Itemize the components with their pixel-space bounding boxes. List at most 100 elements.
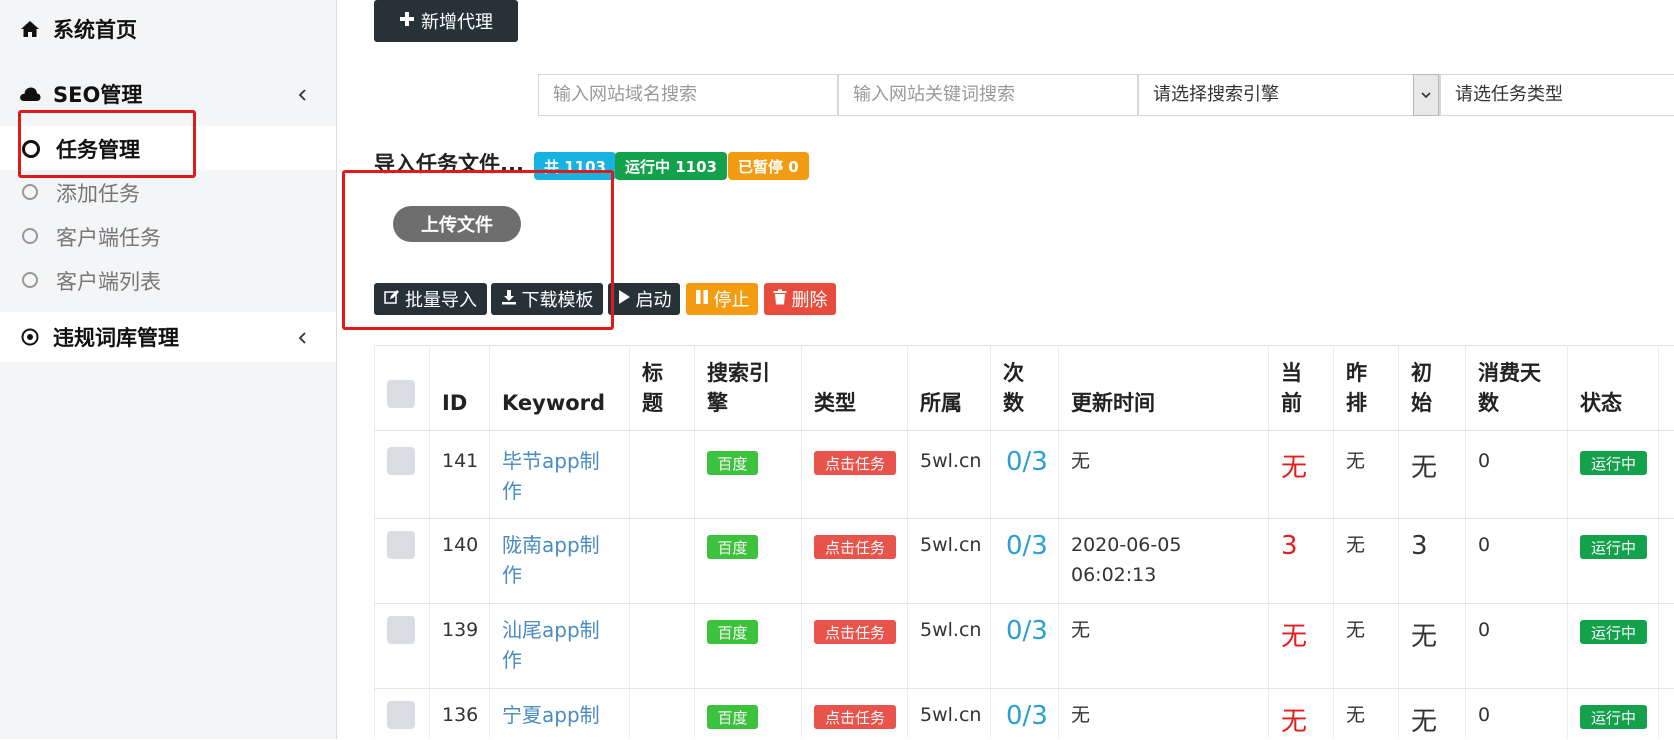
header-status[interactable]: 状态 (1580, 388, 1622, 418)
row-times: 0/3 (1006, 447, 1048, 477)
start-button[interactable]: 启动 (608, 283, 680, 315)
search-engine-dropdown-toggle[interactable] (1413, 74, 1439, 116)
header-current-line1: 当 (1281, 361, 1302, 385)
sidebar-item-client-list[interactable]: 客户端列表 (0, 258, 336, 302)
header-type[interactable]: 类型 (814, 388, 856, 418)
header-title-line1: 标 (642, 361, 663, 385)
row-keyword-link[interactable]: 汕尾app制作 (502, 615, 612, 675)
task-type-select-value: 请选任务类型 (1455, 84, 1563, 105)
row-owner: 5wl.cn (920, 619, 982, 641)
select-all-checkbox[interactable] (387, 380, 415, 408)
sidebar-item-violation-words[interactable]: 违规词库管理 (0, 312, 336, 362)
header-title[interactable]: 标题 (642, 358, 663, 418)
table-col-divider (489, 345, 490, 739)
play-icon (617, 289, 631, 310)
row-days: 0 (1478, 450, 1491, 472)
sidebar-item-seo[interactable]: SEO管理 (0, 79, 336, 109)
table-row-divider (374, 518, 1674, 519)
header-engine[interactable]: 搜索引擎 (707, 358, 770, 418)
row-current: 无 (1281, 707, 1308, 737)
row-keyword-link[interactable]: 陇南app制作 (502, 530, 612, 590)
header-yesterday-line2: 排 (1346, 391, 1367, 415)
keyword-search-placeholder: 输入网站关键词搜索 (853, 84, 1015, 105)
table-col-divider (694, 345, 695, 739)
sidebar-item-label: 添加任务 (56, 182, 140, 206)
engine-tag: 百度 (707, 451, 758, 475)
search-engine-select[interactable]: 请选择搜索引擎 (1138, 74, 1440, 116)
domain-search-placeholder: 输入网站域名搜索 (553, 84, 697, 105)
row-owner: 5wl.cn (920, 704, 982, 726)
stop-label: 停止 (713, 290, 750, 311)
trash-icon (773, 289, 787, 310)
row-updated-time: 06:02:13 (1071, 564, 1157, 586)
row-keyword-link[interactable]: 毕节app制作 (502, 446, 612, 506)
header-initial[interactable]: 初始 (1411, 358, 1432, 418)
header-keyword[interactable]: Keyword (502, 388, 605, 418)
row-checkbox[interactable] (387, 531, 415, 559)
table-col-divider (1465, 345, 1466, 739)
row-current: 无 (1281, 622, 1308, 652)
start-label: 启动 (635, 290, 672, 311)
row-updated-date: 无 (1071, 619, 1091, 641)
header-days[interactable]: 消费天数 (1478, 358, 1541, 418)
row-updated: 无 (1071, 446, 1090, 476)
row-initial: 无 (1411, 453, 1438, 483)
sidebar-item-label: 客户端任务 (56, 226, 161, 250)
sidebar-item-client-tasks[interactable]: 客户端任务 (0, 214, 336, 258)
plus-icon (399, 11, 415, 32)
header-owner[interactable]: 所属 (920, 388, 962, 418)
type-tag: 点击任务 (814, 620, 896, 644)
add-agent-button[interactable]: 新增代理 (374, 0, 518, 42)
row-updated-date: 2020-06-05 (1071, 534, 1182, 556)
delete-label: 删除 (791, 290, 828, 311)
delete-button[interactable]: 删除 (764, 283, 836, 315)
domain-search-input[interactable]: 输入网站域名搜索 (538, 74, 838, 116)
header-days-line2: 数 (1478, 391, 1499, 415)
row-keyword-line1: 陇南app制 (502, 533, 600, 557)
row-yesterday: 无 (1346, 704, 1366, 726)
row-yesterday: 无 (1346, 534, 1366, 556)
row-days: 0 (1478, 619, 1491, 641)
row-checkbox[interactable] (387, 447, 415, 475)
stop-button[interactable]: 停止 (686, 283, 758, 315)
row-owner: 5wl.cn (920, 450, 982, 472)
circle-icon (22, 228, 38, 244)
header-current[interactable]: 当前 (1281, 358, 1302, 418)
row-keyword-line1: 宁夏app制 (502, 703, 600, 727)
header-yesterday-line1: 昨 (1346, 361, 1367, 385)
home-icon (18, 17, 42, 41)
row-times: 0/3 (1006, 701, 1048, 731)
row-keyword-link[interactable]: 宁夏app制 (502, 700, 612, 730)
status-badge: 运行中 (1580, 535, 1647, 559)
header-yesterday[interactable]: 昨排 (1346, 358, 1367, 418)
circle-icon (22, 272, 38, 288)
row-updated: 无 (1071, 615, 1090, 645)
search-engine-select-value: 请选择搜索引擎 (1153, 84, 1279, 105)
row-times: 0/3 (1006, 531, 1048, 561)
keyword-search-input[interactable]: 输入网站关键词搜索 (838, 74, 1138, 116)
sidebar-item-home[interactable]: 系统首页 (0, 14, 336, 44)
table-row-divider (374, 430, 1674, 431)
table-col-divider (907, 345, 908, 739)
row-initial: 3 (1411, 531, 1428, 561)
chevron-left-icon (296, 330, 310, 344)
table-col-divider (1658, 345, 1659, 739)
row-keyword-line2: 作 (502, 479, 522, 503)
row-days: 0 (1478, 534, 1491, 556)
status-badge: 运行中 (1580, 451, 1647, 475)
row-keyword-line1: 汕尾app制 (502, 618, 600, 642)
header-engine-line2: 擎 (707, 391, 728, 415)
status-badge: 运行中 (1580, 620, 1647, 644)
row-checkbox[interactable] (387, 616, 415, 644)
header-days-line1: 消费天 (1478, 361, 1541, 385)
row-updated: 无 (1071, 704, 1091, 726)
table-col-divider (801, 345, 802, 739)
row-checkbox[interactable] (387, 701, 415, 729)
header-times[interactable]: 次数 (1003, 358, 1024, 418)
running-badge: 运行中 1103 (615, 152, 727, 180)
table-col-divider (1567, 345, 1568, 739)
header-updated[interactable]: 更新时间 (1071, 388, 1155, 418)
task-type-select[interactable]: 请选任务类型 (1440, 74, 1674, 116)
header-id[interactable]: ID (442, 388, 467, 418)
row-keyword-line1: 毕节app制 (502, 449, 600, 473)
